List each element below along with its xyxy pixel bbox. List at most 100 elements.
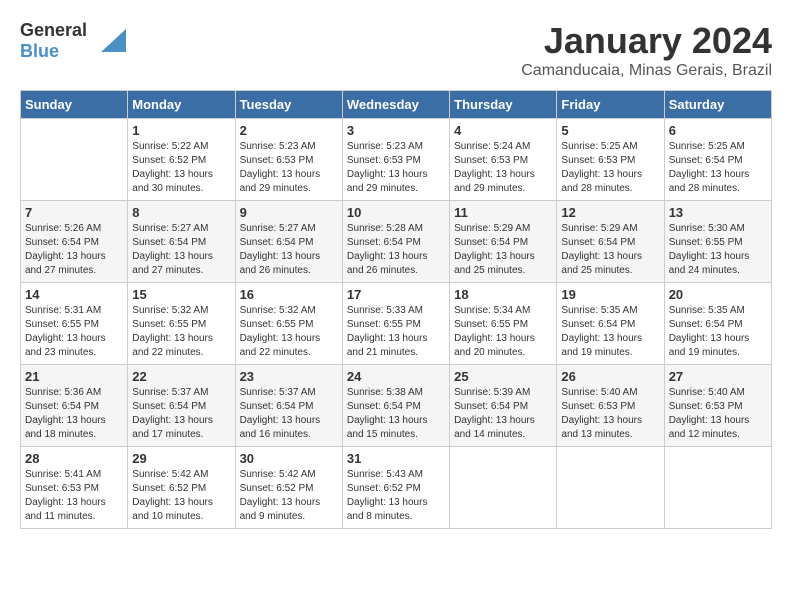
day-info: Sunrise: 5:40 AMSunset: 6:53 PMDaylight:… [561,386,659,442]
calendar-cell: 4 Sunrise: 5:24 AMSunset: 6:53 PMDaylight… [450,119,557,201]
calendar-cell [21,119,128,201]
calendar-cell: 11Sunrise: 5:29 AMSunset: 6:54 PMDayligh… [450,201,557,283]
calendar-cell: 31Sunrise: 5:43 AMSunset: 6:52 PMDayligh… [342,447,449,529]
calendar-cell: 21 Sunrise: 5:36 AMSunset: 6:54 PMDayligh… [21,365,128,447]
calendar-cell: 19 Sunrise: 5:35 AMSunset: 6:54 PMDayligh… [557,283,664,365]
calendar-cell: 5Sunrise: 5:25 AMSunset: 6:53 PMDaylight… [557,119,664,201]
logo-icon [91,24,126,59]
calendar-cell: 12 Sunrise: 5:29 AMSunset: 6:54 PMDayligh… [557,201,664,283]
day-info: Sunrise: 5:22 AMSunset: 6:52 PMDaylight:… [132,140,230,196]
calendar-cell: 28Sunrise: 5:41 AMSunset: 6:53 PMDayligh… [21,447,128,529]
day-info: Sunrise: 5:35 AMSunset: 6:54 PMDaylight:… [561,304,659,360]
day-number: 13 [669,205,767,220]
day-info: Sunrise: 5:41 AMSunset: 6:53 PMDaylight:… [25,468,123,524]
day-info: Sunrise: 5:43 AMSunset: 6:52 PMDaylight:… [347,468,445,524]
calendar-cell: 13 Sunrise: 5:30 AMSunset: 6:55 PMDayligh… [664,201,771,283]
calendar-cell: 24Sunrise: 5:38 AMSunset: 6:54 PMDayligh… [342,365,449,447]
calendar-cell: 26 Sunrise: 5:40 AMSunset: 6:53 PMDayligh… [557,365,664,447]
calendar-cell: 18 Sunrise: 5:34 AMSunset: 6:55 PMDayligh… [450,283,557,365]
header: General Blue January 2024 Camanducaia, M… [20,20,772,80]
day-number: 23 [240,369,338,384]
calendar-table: SundayMondayTuesdayWednesdayThursdayFrid… [20,90,772,529]
calendar-cell: 15Sunrise: 5:32 AMSunset: 6:55 PMDayligh… [128,283,235,365]
calendar-cell [664,447,771,529]
calendar-cell [557,447,664,529]
day-number: 22 [132,369,230,384]
day-number: 14 [25,287,123,302]
day-number: 21 [25,369,123,384]
page-subtitle: Camanducaia, Minas Gerais, Brazil [521,62,772,80]
column-header-thursday: Thursday [450,91,557,119]
day-info: Sunrise: 5:27 AMSunset: 6:54 PMDaylight:… [240,222,338,278]
calendar-cell: 27Sunrise: 5:40 AMSunset: 6:53 PMDayligh… [664,365,771,447]
calendar-cell: 17Sunrise: 5:33 AMSunset: 6:55 PMDayligh… [342,283,449,365]
day-info: Sunrise: 5:29 AMSunset: 6:54 PMDaylight:… [561,222,659,278]
day-info: Sunrise: 5:27 AMSunset: 6:54 PMDaylight:… [132,222,230,278]
calendar-week-row: 21 Sunrise: 5:36 AMSunset: 6:54 PMDayligh… [21,365,772,447]
calendar-cell [450,447,557,529]
calendar-cell: 1 Sunrise: 5:22 AMSunset: 6:52 PMDaylight… [128,119,235,201]
calendar-week-row: 1 Sunrise: 5:22 AMSunset: 6:52 PMDaylight… [21,119,772,201]
day-info: Sunrise: 5:39 AMSunset: 6:54 PMDaylight:… [454,386,552,442]
calendar-cell: 20 Sunrise: 5:35 AMSunset: 6:54 PMDayligh… [664,283,771,365]
calendar-cell: 16 Sunrise: 5:32 AMSunset: 6:55 PMDayligh… [235,283,342,365]
day-number: 4 [454,123,552,138]
calendar-cell: 2Sunrise: 5:23 AMSunset: 6:53 PMDaylight… [235,119,342,201]
day-info: Sunrise: 5:33 AMSunset: 6:55 PMDaylight:… [347,304,445,360]
title-section: January 2024 Camanducaia, Minas Gerais, … [521,20,772,80]
calendar-cell: 9 Sunrise: 5:27 AMSunset: 6:54 PMDaylight… [235,201,342,283]
day-info: Sunrise: 5:25 AMSunset: 6:54 PMDaylight:… [669,140,767,196]
day-number: 29 [132,451,230,466]
calendar-cell: 6 Sunrise: 5:25 AMSunset: 6:54 PMDaylight… [664,119,771,201]
day-number: 11 [454,205,552,220]
day-info: Sunrise: 5:36 AMSunset: 6:54 PMDaylight:… [25,386,123,442]
day-number: 19 [561,287,659,302]
calendar-cell: 14Sunrise: 5:31 AMSunset: 6:55 PMDayligh… [21,283,128,365]
day-info: Sunrise: 5:30 AMSunset: 6:55 PMDaylight:… [669,222,767,278]
calendar-header-row: SundayMondayTuesdayWednesdayThursdayFrid… [21,91,772,119]
calendar-cell: 30Sunrise: 5:42 AMSunset: 6:52 PMDayligh… [235,447,342,529]
day-number: 25 [454,369,552,384]
column-header-saturday: Saturday [664,91,771,119]
day-number: 24 [347,369,445,384]
day-number: 6 [669,123,767,138]
logo: General Blue [20,20,126,62]
day-info: Sunrise: 5:23 AMSunset: 6:53 PMDaylight:… [347,140,445,196]
day-number: 1 [132,123,230,138]
day-number: 30 [240,451,338,466]
day-number: 12 [561,205,659,220]
day-info: Sunrise: 5:37 AMSunset: 6:54 PMDaylight:… [132,386,230,442]
day-number: 7 [25,205,123,220]
day-info: Sunrise: 5:35 AMSunset: 6:54 PMDaylight:… [669,304,767,360]
calendar-cell: 8Sunrise: 5:27 AMSunset: 6:54 PMDaylight… [128,201,235,283]
calendar-cell: 3 Sunrise: 5:23 AMSunset: 6:53 PMDaylight… [342,119,449,201]
day-number: 20 [669,287,767,302]
logo-general: General [20,20,87,40]
day-number: 2 [240,123,338,138]
day-info: Sunrise: 5:40 AMSunset: 6:53 PMDaylight:… [669,386,767,442]
day-number: 9 [240,205,338,220]
calendar-cell: 25 Sunrise: 5:39 AMSunset: 6:54 PMDayligh… [450,365,557,447]
logo-blue: Blue [20,41,59,61]
column-header-friday: Friday [557,91,664,119]
day-number: 16 [240,287,338,302]
calendar-cell: 29 Sunrise: 5:42 AMSunset: 6:52 PMDayligh… [128,447,235,529]
day-info: Sunrise: 5:42 AMSunset: 6:52 PMDaylight:… [132,468,230,524]
day-info: Sunrise: 5:37 AMSunset: 6:54 PMDaylight:… [240,386,338,442]
day-info: Sunrise: 5:34 AMSunset: 6:55 PMDaylight:… [454,304,552,360]
day-info: Sunrise: 5:25 AMSunset: 6:53 PMDaylight:… [561,140,659,196]
day-info: Sunrise: 5:32 AMSunset: 6:55 PMDaylight:… [240,304,338,360]
day-number: 18 [454,287,552,302]
calendar-week-row: 14Sunrise: 5:31 AMSunset: 6:55 PMDayligh… [21,283,772,365]
day-info: Sunrise: 5:24 AMSunset: 6:53 PMDaylight:… [454,140,552,196]
day-info: Sunrise: 5:32 AMSunset: 6:55 PMDaylight:… [132,304,230,360]
calendar-cell: 7 Sunrise: 5:26 AMSunset: 6:54 PMDaylight… [21,201,128,283]
day-number: 26 [561,369,659,384]
calendar-cell: 10Sunrise: 5:28 AMSunset: 6:54 PMDayligh… [342,201,449,283]
column-header-sunday: Sunday [21,91,128,119]
column-header-wednesday: Wednesday [342,91,449,119]
day-info: Sunrise: 5:28 AMSunset: 6:54 PMDaylight:… [347,222,445,278]
day-number: 3 [347,123,445,138]
calendar-week-row: 28Sunrise: 5:41 AMSunset: 6:53 PMDayligh… [21,447,772,529]
day-info: Sunrise: 5:26 AMSunset: 6:54 PMDaylight:… [25,222,123,278]
